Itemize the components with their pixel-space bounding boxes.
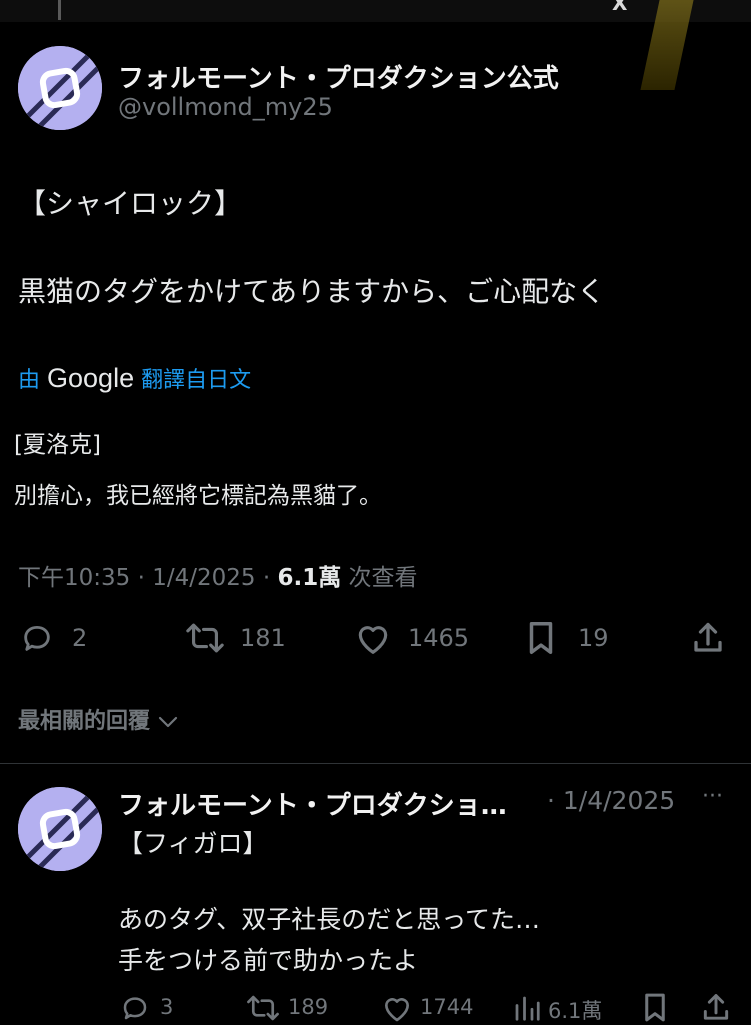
translation-label[interactable]: 由 Google 翻譯自日文 — [18, 362, 251, 394]
repost-icon[interactable] — [185, 620, 225, 656]
sort-label: 最相關的回覆 — [18, 709, 151, 734]
top-bar: X — [0, 0, 751, 22]
repost-icon[interactable] — [246, 993, 280, 1023]
post-text-line: 黒猫のタグをかけてありますから、ご心配なく — [18, 275, 606, 308]
translated-text-line: 別擔心，我已經將它標記為黑貓了。 — [14, 483, 382, 509]
thread-line — [58, 0, 61, 20]
bookmark-icon[interactable] — [640, 991, 670, 1024]
post-meta: 下午10:35 · 1/4/2025 · 6.1萬 次查看 — [18, 558, 418, 592]
user-handle[interactable]: @vollmond_my25 — [118, 93, 333, 121]
reply-icon[interactable] — [20, 621, 54, 655]
divider — [0, 763, 751, 764]
view-count: 6.1萬 — [548, 999, 603, 1023]
reply-text-line: 【フィガロ】 — [118, 829, 268, 858]
like-icon[interactable] — [381, 993, 413, 1023]
bookmark-icon[interactable] — [524, 619, 558, 657]
more-options-icon[interactable]: ··· — [702, 784, 723, 809]
repost-count: 181 — [240, 624, 286, 652]
translated-text-line: [夏洛克] — [14, 432, 101, 458]
reply-display-name[interactable]: フォルモーント・プロダクショ… — [118, 785, 507, 822]
like-count: 1744 — [420, 995, 474, 1019]
bookmark-count: 19 — [578, 624, 609, 652]
top-peek-text: X — [612, 0, 628, 15]
reply-icon[interactable] — [120, 993, 150, 1023]
reply-text-line: 手をつける前で助かったよ — [118, 946, 419, 975]
translation-source: 翻譯自日文 — [141, 368, 252, 393]
view-label: 次查看 — [341, 565, 418, 591]
avatar[interactable] — [18, 46, 102, 130]
reply-count: 2 — [72, 624, 88, 652]
view-count: 6.1萬 — [277, 565, 342, 591]
sort-replies-dropdown[interactable]: 最相關的回覆 — [18, 703, 178, 735]
reply-count: 3 — [160, 995, 174, 1019]
chevron-down-icon — [158, 715, 178, 729]
translation-by: 由 — [18, 368, 41, 393]
like-icon[interactable] — [354, 620, 392, 656]
post-text-line: 【シャイロック】 — [18, 187, 243, 220]
share-icon[interactable] — [690, 619, 726, 657]
reply-avatar[interactable] — [18, 787, 102, 871]
like-count: 1465 — [408, 624, 470, 652]
reply-date[interactable]: · 1/4/2025 — [547, 786, 675, 815]
reply-text-line: あのタグ、双子社長のだと思ってた… — [118, 905, 541, 934]
google-logo: Google — [47, 363, 135, 393]
repost-count: 189 — [288, 995, 329, 1019]
display-name[interactable]: フォルモーント・プロダクション公式 — [118, 58, 559, 95]
analytics-icon[interactable] — [512, 993, 542, 1023]
post-timestamp[interactable]: 下午10:35 · 1/4/2025 · — [18, 565, 277, 591]
share-icon[interactable] — [700, 991, 732, 1024]
